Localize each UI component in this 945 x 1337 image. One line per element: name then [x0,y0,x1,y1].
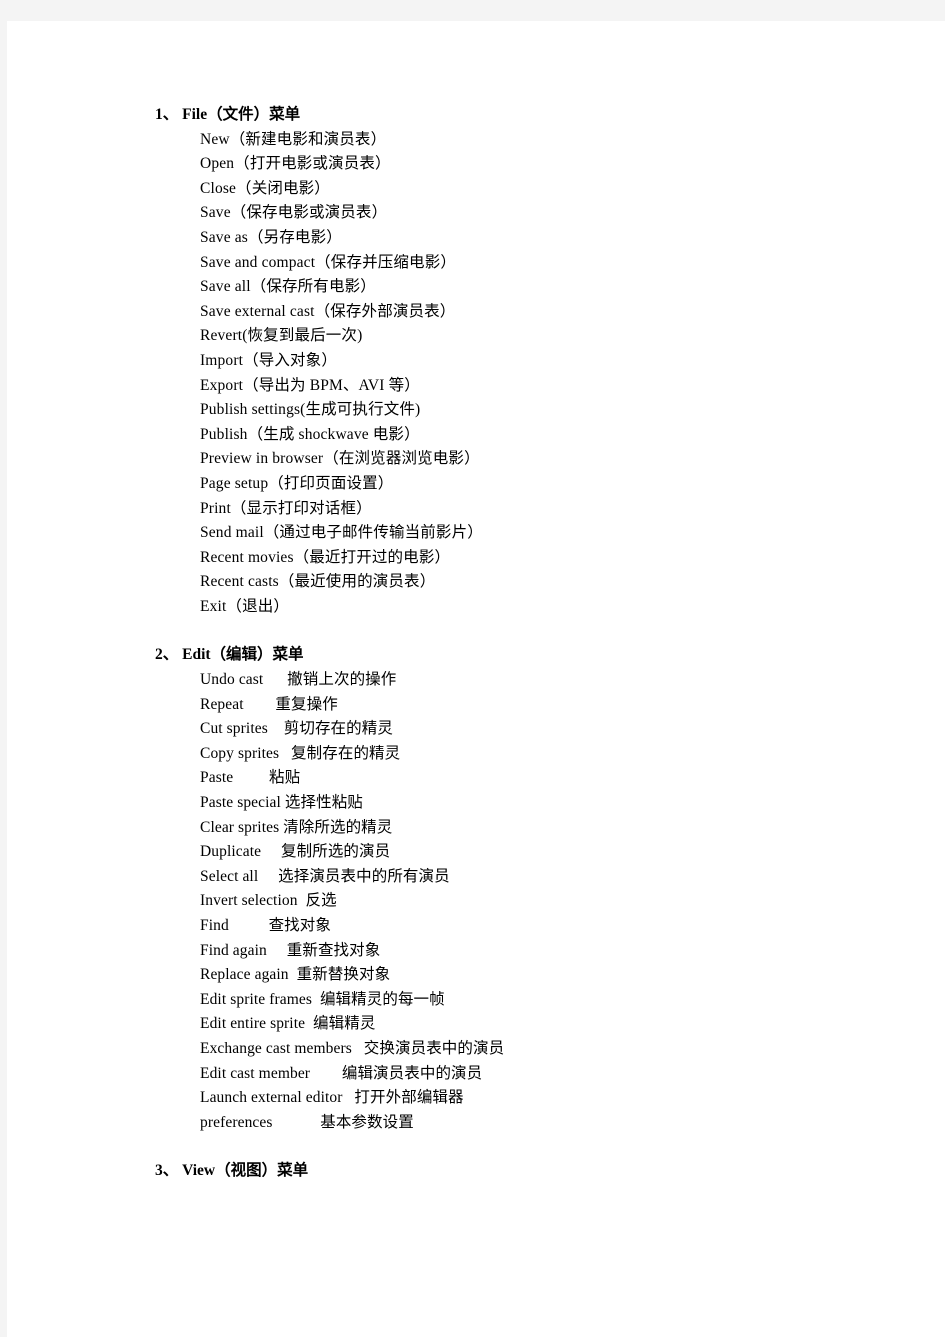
menu-item: Close（关闭电影） [200,179,330,197]
section-heading-view: 3、 View（视图）菜单 [155,1162,309,1180]
menu-item: Print（显示打印对话框） [200,499,372,517]
menu-item: Save（保存电影或演员表） [200,204,388,222]
menu-item: Edit entire sprite 编辑精灵 [200,1015,376,1033]
menu-item: Invert selection 反选 [200,892,337,910]
section-heading-file: 1、 File（文件）菜单 [155,106,301,123]
menu-item: Select all 选择演员表中的所有演员 [200,867,450,885]
menu-item: preferences 基本参数设置 [200,1113,414,1131]
menu-item: Save external cast（保存外部演员表） [200,302,456,320]
menu-item: Publish settings(生成可执行文件) [200,401,421,419]
menu-item: New（新建电影和演员表） [200,130,387,148]
menu-item: Repeat 重复操作 [200,695,338,713]
menu-item: Recent casts（最近使用的演员表） [200,573,436,591]
menu-item: Paste special 选择性粘贴 [200,794,363,812]
menu-item: Preview in browser（在浏览器浏览电影） [200,450,480,468]
menu-item: Exit（退出） [200,597,290,615]
menu-item: Save and compact（保存并压缩电影） [200,253,457,271]
menu-item: Revert(恢复到最后一次) [200,327,363,345]
menu-item: Edit cast member 编辑演员表中的演员 [200,1064,483,1082]
menu-item: Find 查找对象 [200,917,331,934]
menu-item: Replace again 重新替换对象 [200,966,391,984]
menu-item: Exchange cast members 交换演员表中的演员 [200,1039,505,1057]
menu-item: Save all（保存所有电影） [200,278,376,296]
menu-item-list-edit: Undo cast 撤销上次的操作 Repeat 重复操作 Cut sprite… [148,668,908,1135]
menu-item: Launch external editor 打开外部编辑器 [200,1089,464,1107]
menu-item: Publish（生成 shockwave 电影） [200,425,420,443]
section-heading-edit: 2、 Edit（编辑）菜单 [155,646,304,664]
document-page: 1、 File（文件）菜单 New（新建电影和演员表） Open（打开电影或演员… [7,21,945,1337]
menu-item: Page setup（打印页面设置） [200,474,394,492]
menu-item: Export（导出为 BPM、AVI 等） [200,376,420,394]
menu-item: Recent movies（最近打开过的电影） [200,548,451,566]
menu-item: Edit sprite frames 编辑精灵的每一帧 [200,990,445,1008]
menu-item: Send mail（通过电子邮件传输当前影片） [200,524,483,542]
menu-item-list-file: New（新建电影和演员表） Open（打开电影或演员表） Close（关闭电影）… [148,128,908,620]
menu-item: Save as（另存电影） [200,228,342,246]
menu-item: Open（打开电影或演员表） [200,155,391,173]
menu-item: Clear sprites 清除所选的精灵 [200,818,393,836]
section-view: 3、 View（视图）菜单 [148,1159,908,1184]
section-edit: 2、 Edit（编辑）菜单 Undo cast 撤销上次的操作 Repeat 重… [148,643,908,1135]
section-file: 1、 File（文件）菜单 New（新建电影和演员表） Open（打开电影或演员… [148,103,908,619]
document-content: 1、 File（文件）菜单 New（新建电影和演员表） Open（打开电影或演员… [148,103,908,1184]
menu-item: Cut sprites 剪切存在的精灵 [200,720,393,738]
menu-item: Copy sprites 复制存在的精灵 [200,744,401,762]
menu-item: Duplicate 复制所选的演员 [200,843,391,861]
menu-item: Paste 粘贴 [200,769,301,787]
menu-item: Undo cast 撤销上次的操作 [200,671,397,689]
menu-item: Find again 重新查找对象 [200,941,381,959]
menu-item: Import（导入对象） [200,351,337,369]
